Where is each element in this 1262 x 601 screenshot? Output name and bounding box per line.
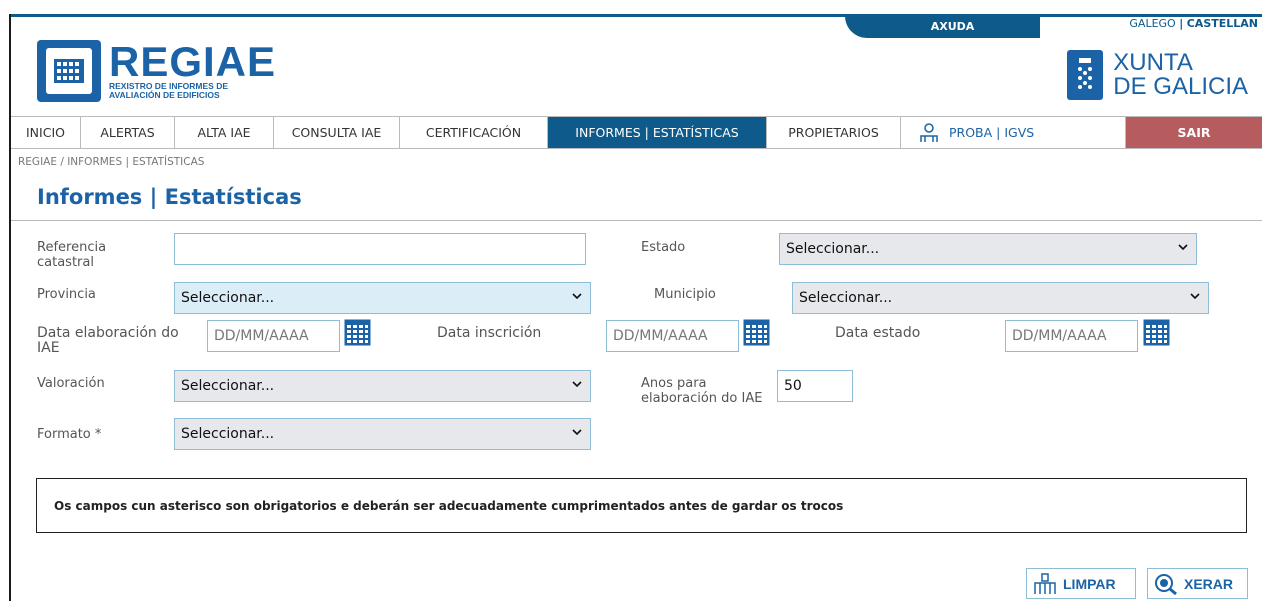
chevron-down-icon — [572, 293, 582, 300]
anos-input[interactable]: 50 — [777, 370, 853, 402]
xunta-shield-icon — [1067, 50, 1104, 100]
help-label: AXUDA — [930, 19, 975, 33]
grid-logo-icon — [37, 40, 101, 102]
municipio-label: Municipio — [654, 287, 716, 302]
formato-select[interactable]: Seleccionar... — [174, 418, 591, 450]
user-menu[interactable]: PROBA | IGVS — [901, 117, 1126, 148]
divider — [11, 220, 1262, 221]
lang-separator: | — [1179, 17, 1184, 30]
language-switcher: GALEGO | CASTELLAN — [1129, 17, 1258, 30]
provincia-label: Provincia — [37, 287, 96, 302]
top-strip — [11, 14, 1262, 17]
generate-button[interactable]: XERAR — [1147, 568, 1248, 599]
estado-label: Estado — [641, 240, 686, 255]
estado-select[interactable]: Seleccionar... — [779, 233, 1197, 265]
chevron-down-icon — [1190, 293, 1200, 300]
required-fields-note: Os campos cun asterisco son obrigatorios… — [36, 478, 1247, 533]
data-elaboracion-label: Data elaboración do IAE — [37, 325, 179, 356]
lang-castellano[interactable]: CASTELLAN — [1187, 17, 1258, 30]
regiae-logo[interactable]: REGIAE REXISTRO DE INFORMES DE AVALIACIÓ… — [37, 40, 276, 102]
clear-button[interactable]: LIMPAR — [1026, 568, 1136, 599]
ref-catastral-label: Referencia catastral — [37, 240, 107, 270]
help-tab[interactable]: AXUDA — [845, 14, 1040, 38]
anos-label: Anos para elaboración do IAE — [641, 376, 763, 406]
data-estado-label: Data estado — [835, 325, 921, 341]
nav-consulta-iae[interactable]: CONSULTA IAE — [274, 117, 400, 148]
nav-alertas[interactable]: ALERTAS — [81, 117, 175, 148]
search-icon — [1155, 573, 1177, 595]
page-left-border — [9, 14, 11, 601]
data-inscricion-label: Data inscrición — [437, 325, 542, 341]
data-estado-input[interactable]: DD/MM/AAAA — [1005, 320, 1138, 352]
formato-label: Formato * — [37, 427, 102, 442]
provincia-select[interactable]: Seleccionar... — [174, 282, 591, 314]
clear-label: LIMPAR — [1063, 575, 1116, 592]
estado-value: Seleccionar... — [786, 241, 880, 257]
municipio-select[interactable]: Seleccionar... — [792, 282, 1209, 314]
calendar-icon[interactable] — [344, 319, 371, 346]
nav-certificacion[interactable]: CERTIFICACIÓN — [400, 117, 548, 148]
municipio-value: Seleccionar... — [799, 290, 893, 306]
valoracion-label: Valoración — [37, 376, 105, 391]
chevron-down-icon — [572, 429, 582, 436]
user-icon — [920, 122, 938, 142]
valoracion-value: Seleccionar... — [181, 378, 275, 394]
chevron-down-icon — [1178, 244, 1188, 251]
logo-subtitle-2: AVALIACIÓN DE EDIFICIOS — [109, 90, 220, 100]
calendar-icon[interactable] — [743, 319, 770, 346]
nav-propietarios[interactable]: PROPIETARIOS — [767, 117, 901, 148]
xunta-line2: DE GALICIA — [1113, 73, 1248, 100]
valoracion-select[interactable]: Seleccionar... — [174, 370, 591, 402]
data-elaboracion-input[interactable]: DD/MM/AAAA — [207, 320, 340, 352]
data-inscricion-input[interactable]: DD/MM/AAAA — [606, 320, 739, 352]
user-label: PROBA | IGVS — [949, 125, 1035, 140]
broom-icon — [1034, 572, 1056, 594]
calendar-icon[interactable] — [1143, 319, 1170, 346]
chevron-down-icon — [572, 381, 582, 388]
nav-informes-estatisticas[interactable]: INFORMES | ESTATÍSTICAS — [548, 117, 767, 148]
formato-value: Seleccionar... — [181, 426, 275, 442]
xunta-line1: XUNTA — [1113, 49, 1193, 76]
page-title: Informes | Estatísticas — [37, 185, 302, 209]
xunta-logo[interactable]: XUNTA DE GALICIA — [1067, 50, 1248, 100]
ref-catastral-input[interactable] — [174, 233, 586, 265]
provincia-value: Seleccionar... — [181, 290, 275, 306]
main-nav: INICIO ALERTAS ALTA IAE CONSULTA IAE CER… — [11, 116, 1262, 149]
generate-label: XERAR — [1184, 575, 1234, 592]
breadcrumb: REGIAE / INFORMES | ESTATÍSTICAS — [18, 156, 205, 168]
logo-title: REGIAE — [109, 38, 277, 85]
lang-galego[interactable]: GALEGO — [1129, 17, 1175, 30]
nav-alta-iae[interactable]: ALTA IAE — [175, 117, 274, 148]
logout-button[interactable]: SAIR — [1126, 117, 1262, 148]
nav-inicio[interactable]: INICIO — [11, 117, 81, 148]
